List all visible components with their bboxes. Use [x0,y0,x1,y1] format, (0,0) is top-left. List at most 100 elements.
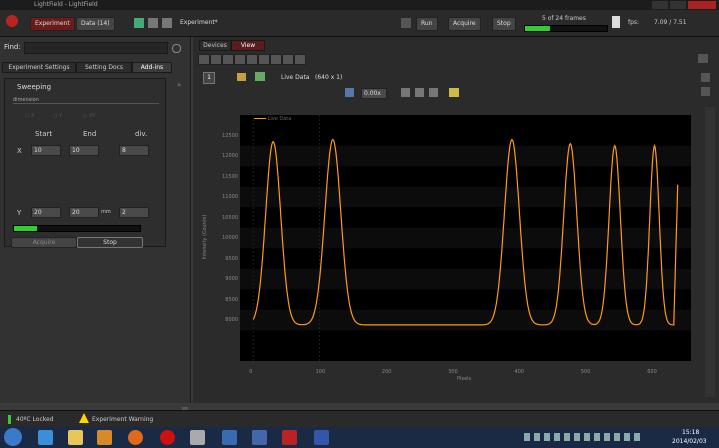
tab-setting-docs[interactable]: Setting Docs [76,62,132,73]
export-view-icon[interactable] [701,87,710,96]
x-div-field[interactable]: 8 [119,145,149,156]
layout-1-icon[interactable] [198,54,210,65]
spectrum-chart[interactable] [240,115,691,361]
view-number-badge[interactable]: 1 [203,72,215,84]
display-options-icon[interactable] [449,88,459,97]
status-warning[interactable]: Experiment Warning [92,416,153,423]
tab-setting-docs-label: Setting Docs [84,64,124,71]
grid-band [240,145,691,167]
window-title: LightField - LightField [34,1,98,8]
chart-icon[interactable] [134,18,144,28]
x-start-field[interactable]: 10 [31,145,61,156]
y-tick-label: 10000 [222,235,238,241]
zoom-x-icon[interactable] [415,88,424,97]
open-file-icon[interactable] [237,73,246,81]
experiment-name[interactable]: Experiment* [180,19,218,26]
find-input[interactable] [24,42,168,54]
ie-icon[interactable] [38,430,53,445]
status-temperature[interactable]: 40ºC Locked [16,416,54,423]
stop-label: Stop [497,20,511,27]
axis-radio-y[interactable]: ○ Y [53,113,62,119]
vertical-scrollbar[interactable] [705,107,715,397]
layout-2-icon[interactable] [210,54,222,65]
start-button[interactable] [4,428,22,446]
tab-view[interactable]: View [231,40,265,51]
y-div-field[interactable]: 2 [119,207,149,218]
network-app-icon[interactable] [252,430,267,445]
close-button[interactable] [688,1,716,9]
search-icon[interactable] [172,44,181,53]
grid-band [240,227,691,249]
acquisition-progress-fill [525,26,550,31]
y-end-field[interactable]: 20 [69,207,99,218]
tray-icons[interactable] [524,433,644,441]
firefox-icon[interactable] [128,430,143,445]
tool-icon[interactable] [314,430,329,445]
sweep-panel: Sweeping dimension ○ X ○ Y ○ XY Start En… [4,78,166,248]
app-logo-icon[interactable] [6,15,18,27]
layout-7-icon[interactable] [270,54,282,65]
zoom-fit-icon[interactable] [401,88,410,97]
axis-radio-x[interactable]: ○ X [25,113,34,119]
layout-6-icon[interactable] [258,54,270,65]
save-icon[interactable] [701,73,710,82]
opera-icon[interactable] [160,430,175,445]
x-end-field[interactable]: 10 [69,145,99,156]
y-tick-label: 11000 [222,194,238,200]
explorer-icon[interactable] [68,430,83,445]
lightfield-icon[interactable] [282,430,297,445]
x-axis-label: Pixels [457,376,472,382]
data-tab-label: Data (14) [81,20,110,27]
axis-radio-xy[interactable]: ○ XY [83,113,95,119]
calculator-icon[interactable] [190,430,205,445]
plot-area[interactable]: Live Data [240,115,691,361]
title-bar: LightField - LightField [0,0,719,10]
col-header-div: div. [135,130,148,138]
layout-4-icon[interactable] [234,54,246,65]
tab-experiment-settings-label: Experiment Settings [8,64,70,71]
y-start-field[interactable]: 20 [31,207,61,218]
run-button[interactable]: Run [416,17,438,31]
collapse-icon[interactable]: » [177,81,181,89]
sweep-progress [13,225,141,232]
x-tick-label: 200 [381,369,392,375]
layout-3-icon[interactable] [222,54,234,65]
x-tick-label: 0 [249,369,253,375]
zoom-y-icon[interactable] [429,88,438,97]
zoom-field[interactable]: 0.00x [361,88,387,99]
acquisition-progress [524,25,608,32]
maximize-button[interactable] [670,1,686,9]
panel-menu-icon[interactable] [698,54,708,63]
x-tick-label: 500 [580,369,591,375]
layout-8-icon[interactable] [282,54,294,65]
tab-experiment-settings[interactable]: Experiment Settings [2,62,76,73]
sweep-title: Sweeping [17,83,52,91]
preview-icon[interactable] [401,18,411,28]
export-icon[interactable] [148,18,158,28]
sweep-acquire-button[interactable]: Acquire [11,237,77,248]
sweep-stop-label: Stop [103,239,117,246]
acquire-button[interactable]: Acquire [448,17,481,31]
grid-band [240,309,691,331]
sweep-stop-button[interactable]: Stop [77,237,143,248]
y-tick-label: 12500 [222,132,238,139]
clock-date[interactable]: 2014/02/03 [672,438,707,445]
data-tab[interactable]: Data (14) [76,17,115,31]
experiment-tab[interactable]: Experiment [30,17,75,31]
layout-5-icon[interactable] [246,54,258,65]
tab-devices[interactable]: Devices [199,40,231,51]
media-player-icon[interactable] [97,430,112,445]
source-icon[interactable] [255,72,265,81]
stop-button[interactable]: Stop [492,17,516,31]
minimize-button[interactable] [652,1,668,9]
tab-add-ins[interactable]: Add-ins [132,62,172,73]
x-tick-label: 600 [647,369,657,375]
cursor-tool-icon[interactable] [345,88,354,97]
axis-radio-xy-label: XY [88,113,96,119]
axis-radio-y-label: Y [58,113,63,119]
row-label-y: Y [17,209,22,217]
thunderbird-icon[interactable] [222,430,237,445]
layout-9-icon[interactable] [294,54,306,65]
settings-icon[interactable] [162,18,172,28]
clock-time[interactable]: 15:18 [682,429,699,436]
